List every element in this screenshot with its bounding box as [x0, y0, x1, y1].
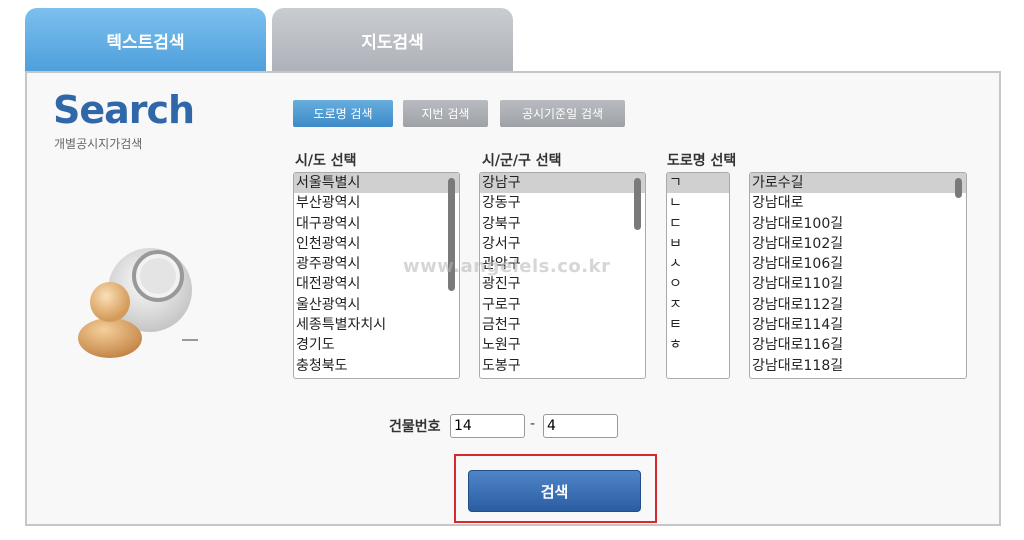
- sido-option[interactable]: 충청북도: [294, 356, 459, 376]
- sigungu-option[interactable]: 강북구: [480, 214, 645, 234]
- road-name-search-button[interactable]: 도로명 검색: [293, 100, 393, 127]
- sido-option[interactable]: 인천광역시: [294, 234, 459, 254]
- sigungu-label: 시/군/구 선택: [482, 153, 562, 169]
- tab-text-search[interactable]: 텍스트검색: [25, 8, 266, 72]
- sido-option[interactable]: 대구광역시: [294, 214, 459, 234]
- road-name-scrollbar[interactable]: [955, 178, 962, 198]
- search-button[interactable]: 검색: [468, 470, 641, 512]
- sido-option[interactable]: 울산광역시: [294, 295, 459, 315]
- logo-subtitle: 개별공시지가검색: [54, 137, 143, 151]
- sigungu-option[interactable]: 강남구: [480, 173, 645, 194]
- sido-option[interactable]: 경기도: [294, 335, 459, 355]
- watermark: www.angelels.co.kr: [403, 256, 611, 277]
- road-name-option[interactable]: 강남대로: [750, 193, 966, 213]
- road-initial-option[interactable]: ㅈ: [667, 295, 729, 315]
- road-name-option[interactable]: 강남대로102길: [750, 234, 966, 254]
- sigungu-option[interactable]: 광진구: [480, 274, 645, 294]
- sigungu-option[interactable]: 금천구: [480, 315, 645, 335]
- sigungu-option[interactable]: 강서구: [480, 234, 645, 254]
- road-initial-option[interactable]: ㅂ: [667, 234, 729, 254]
- building-sub-number-input[interactable]: [543, 414, 618, 438]
- road-initial-option[interactable]: ㄴ: [667, 193, 729, 213]
- sido-option[interactable]: 세종특별자치시: [294, 315, 459, 335]
- sigungu-option[interactable]: 도봉구: [480, 356, 645, 376]
- road-name-label: 도로명 선택: [667, 153, 737, 169]
- road-name-listbox[interactable]: 가로수길 강남대로 강남대로100길 강남대로102길 강남대로106길 강남대로110길…: [749, 172, 967, 379]
- road-name-option[interactable]: 강남대로116길: [750, 335, 966, 355]
- road-name-option[interactable]: 강남대로106길: [750, 254, 966, 274]
- sigungu-option[interactable]: 노원구: [480, 335, 645, 355]
- road-name-option[interactable]: 강남대로110길: [750, 274, 966, 294]
- road-name-option[interactable]: 강남대로100길: [750, 214, 966, 234]
- building-main-number-input[interactable]: [450, 414, 525, 438]
- sido-option[interactable]: 서울특별시: [294, 173, 459, 194]
- sigungu-option[interactable]: 강동구: [480, 193, 645, 213]
- logo-search-word: Search: [53, 88, 195, 132]
- notice-date-search-button[interactable]: 공시기준일 검색: [500, 100, 625, 127]
- road-initial-option[interactable]: ㄱ: [667, 173, 729, 194]
- sigungu-option[interactable]: 구로구: [480, 295, 645, 315]
- building-number-separator: -: [530, 416, 536, 432]
- road-initial-option[interactable]: ㅅ: [667, 254, 729, 274]
- road-initial-option[interactable]: ㅎ: [667, 335, 729, 355]
- sido-option[interactable]: 대전광역시: [294, 274, 459, 294]
- lot-number-search-button[interactable]: 지번 검색: [403, 100, 488, 127]
- sido-option[interactable]: 부산광역시: [294, 193, 459, 213]
- sido-label: 시/도 선택: [295, 153, 357, 169]
- tab-map-search[interactable]: 지도검색: [272, 8, 513, 72]
- road-initial-listbox[interactable]: ㄱㄴㄷㅂㅅㅇㅈㅌㅎ: [666, 172, 730, 379]
- road-name-option[interactable]: 가로수길: [750, 173, 966, 194]
- person-magnifier-icon: [78, 248, 198, 358]
- road-name-option[interactable]: 강남대로118길: [750, 356, 966, 376]
- road-name-option[interactable]: 강남대로114길: [750, 315, 966, 335]
- building-number-label: 건물번호: [389, 419, 441, 435]
- road-initial-option[interactable]: ㄷ: [667, 214, 729, 234]
- road-initial-option[interactable]: ㅇ: [667, 274, 729, 294]
- sigungu-scrollbar[interactable]: [634, 178, 641, 230]
- road-initial-option[interactable]: ㅌ: [667, 315, 729, 335]
- road-name-option[interactable]: 강남대로112길: [750, 295, 966, 315]
